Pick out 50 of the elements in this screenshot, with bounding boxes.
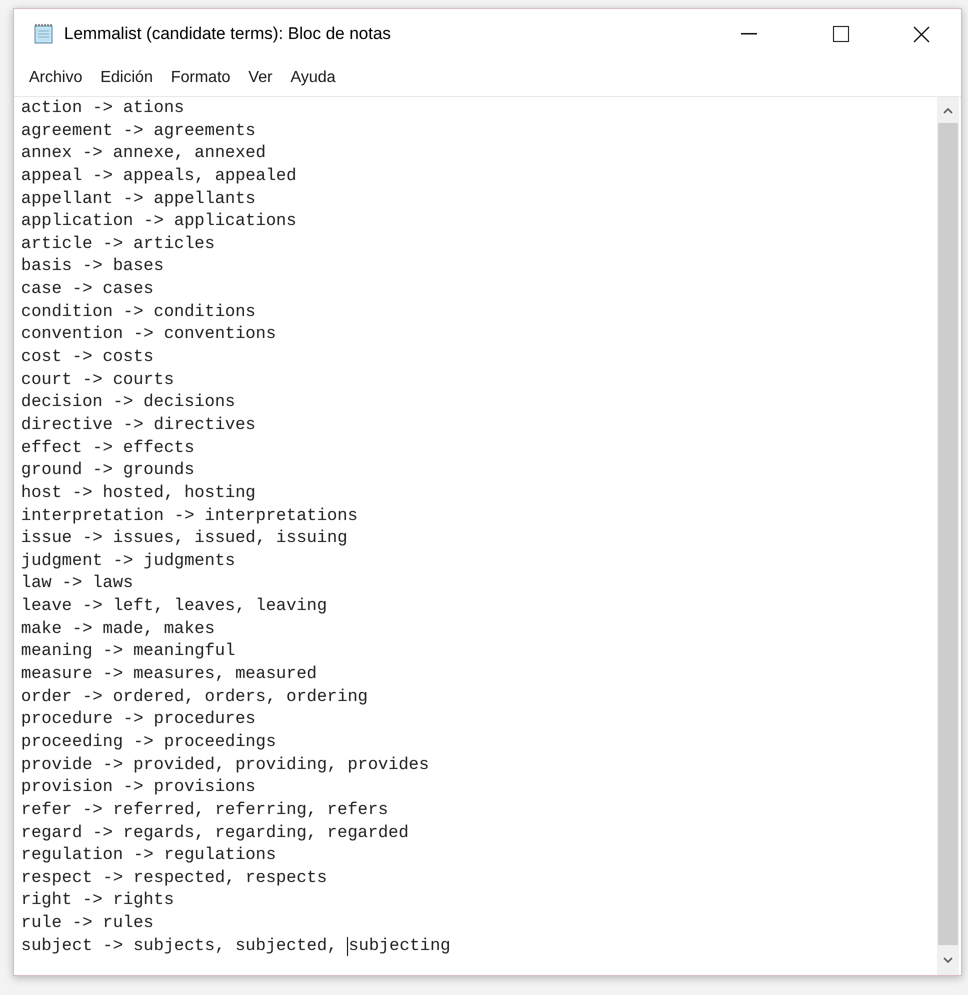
text-line: appeal -> appeals, appealed (21, 166, 296, 186)
text-line: make -> made, makes (21, 620, 215, 639)
minimize-icon (740, 33, 756, 35)
text-line: convention -> conventions (21, 325, 276, 344)
text-line: measure -> measures, measured (21, 665, 317, 684)
text-line: issue -> issues, issued, issuing (21, 529, 348, 548)
text-line: effect -> effects (21, 438, 194, 458)
window-title: Lemmalist (candidate terms): Bloc de notas (64, 23, 391, 46)
text-line: decision -> decisions (21, 393, 236, 412)
scroll-up-icon[interactable] (943, 107, 953, 114)
text-line: right -> rights (21, 891, 174, 910)
maximize-icon (833, 26, 849, 42)
text-line: refer -> referred, referring, refers (21, 800, 388, 820)
text-line: subject -> subjects, subjected, subjecting (21, 936, 450, 956)
menu-item[interactable]: Formato (164, 66, 238, 90)
text-line: regard -> regards, regarding, regarded (21, 824, 409, 842)
text-line: article -> articles (21, 234, 215, 254)
menu-item[interactable]: Ver (241, 66, 280, 90)
text-line: directive -> directives (21, 416, 256, 435)
text-line: application -> applications (21, 212, 296, 232)
menu-item[interactable]: Archivo (22, 66, 90, 90)
text-line: proceeding -> proceedings (21, 732, 276, 752)
text-line: host -> hosted, hosting (21, 484, 256, 503)
notepad-icon (33, 23, 55, 45)
text-line: regulation -> regulations (21, 846, 276, 866)
text-line: interpretation -> interpretations (21, 506, 358, 526)
close-icon (912, 26, 930, 42)
text-line: provide -> provided, providing, provides (21, 756, 430, 775)
text-line: case -> cases (21, 280, 154, 300)
text-line: leave -> left, leaves, leaving (21, 597, 328, 616)
text-line: court -> courts (21, 370, 174, 390)
text-line: law -> laws (21, 574, 134, 594)
text-line: condition -> conditions (21, 302, 256, 322)
text-line: meaning -> meaningful (21, 642, 236, 662)
scroll-down-icon[interactable] (943, 957, 953, 964)
text-line: respect -> respected, respects (21, 868, 328, 888)
text-line: appellant -> appellants (21, 190, 256, 209)
text-line: ground -> grounds (21, 461, 194, 480)
text-line: annex -> annexe, annexed (21, 144, 266, 164)
text-line: rule -> rules (21, 914, 154, 934)
text-line: action -> ations (21, 99, 184, 118)
text-line: procedure -> procedures (21, 710, 256, 730)
text-line: order -> ordered, orders, ordering (21, 688, 368, 707)
text-line: agreement -> agreements (21, 122, 256, 141)
text-line: cost -> costs (21, 348, 154, 368)
menu-item[interactable]: Ayuda (283, 66, 343, 90)
text-line: basis -> bases (21, 257, 164, 276)
text-line: provision -> provisions (21, 778, 256, 798)
text-line: judgment -> judgments (21, 552, 236, 571)
menu-item[interactable]: Edición (93, 66, 160, 90)
